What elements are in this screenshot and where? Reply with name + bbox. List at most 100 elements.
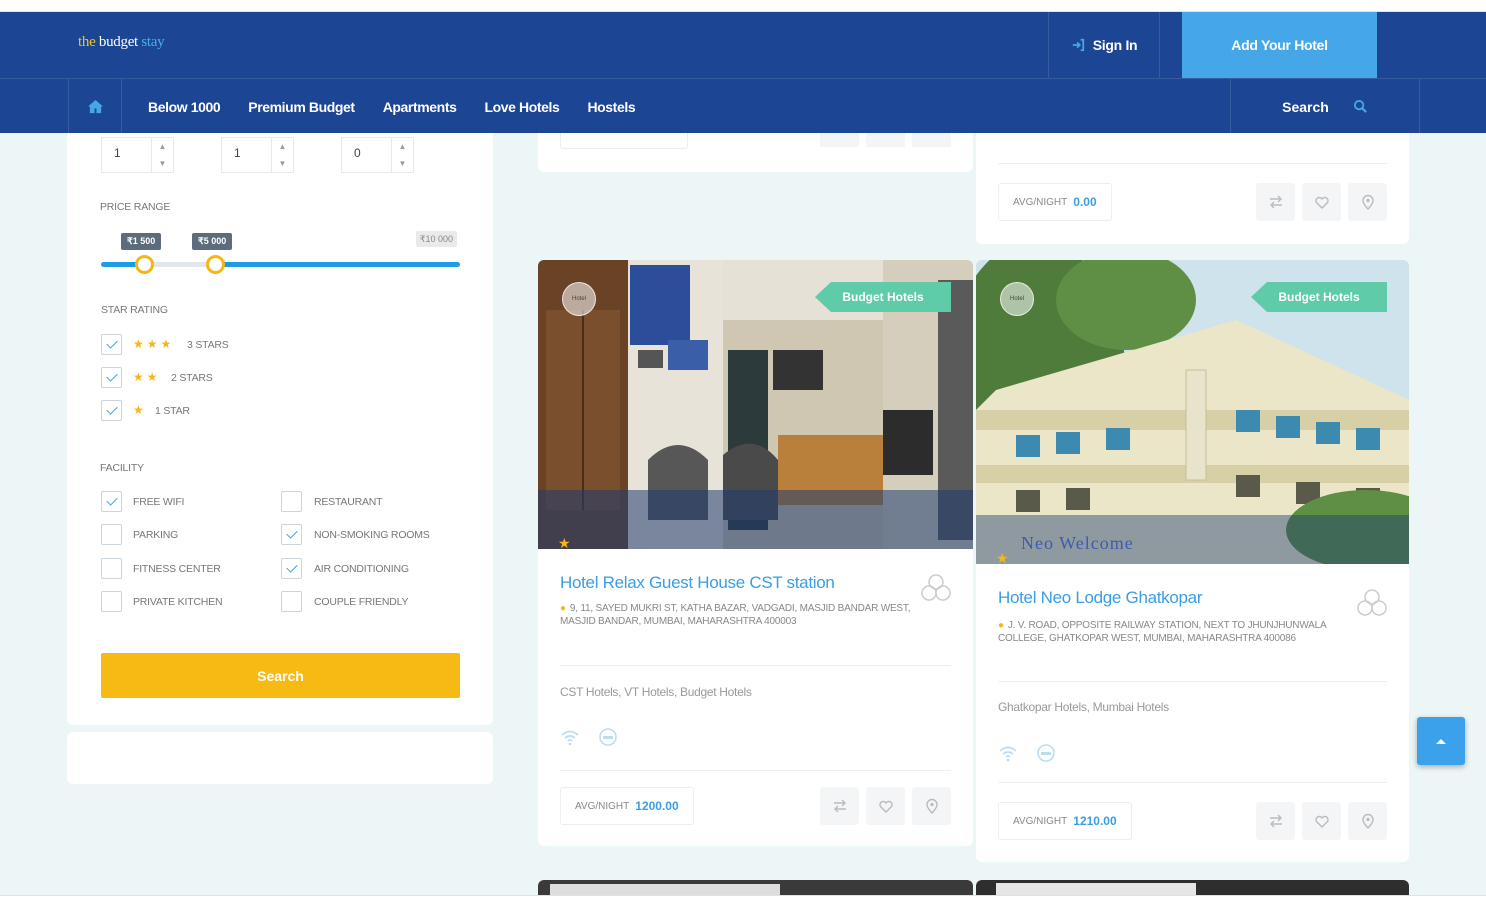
map-pin-icon — [1361, 813, 1374, 829]
hotel-card-partial-bottom-right — [976, 880, 1409, 895]
map-pin-button[interactable] — [912, 787, 951, 825]
browser-top-edge — [0, 0, 1486, 12]
private-kitchen-label: PRIVATE KITCHEN — [133, 596, 223, 608]
compare-button[interactable] — [1256, 183, 1295, 221]
no-smoking-icon — [599, 728, 617, 746]
favorite-button[interactable] — [1302, 802, 1341, 840]
nav-premium-budget[interactable]: Premium Budget — [248, 99, 355, 115]
favorite-button[interactable] — [866, 787, 905, 825]
compare-arrows-icon — [1269, 195, 1282, 209]
price-label: AVG/NIGHT — [1013, 815, 1068, 827]
three-stars-icon: ★★★ — [133, 337, 175, 351]
category-badge[interactable]: Budget Hotels — [1251, 282, 1387, 312]
hotel-tags[interactable]: Ghatkopar Hotels, Mumbai Hotels — [998, 700, 1169, 714]
star-rating-heading: STAR RATING — [101, 304, 168, 316]
hotel-name[interactable]: Hotel Neo Lodge Ghatkopar — [998, 588, 1203, 608]
heart-icon — [1314, 815, 1329, 828]
nav-love-hotels[interactable]: Love Hotels — [484, 99, 559, 115]
home-button[interactable] — [68, 79, 122, 134]
hotel-card-partial-top-left — [538, 133, 973, 172]
map-pin-icon — [1361, 194, 1374, 210]
map-pin-button[interactable] — [1348, 183, 1387, 221]
price-value: 1210.00 — [1073, 814, 1117, 828]
star-3-label: 3 STARS — [187, 339, 229, 351]
search-icon — [1353, 99, 1367, 113]
header-search-button[interactable]: Search — [1230, 79, 1420, 134]
filter-search-button[interactable]: Search — [101, 653, 460, 698]
hotel-name[interactable]: Hotel Relax Guest House CST station — [560, 573, 835, 593]
compare-button[interactable] — [1256, 802, 1295, 840]
free-wifi-checkbox[interactable] — [101, 491, 122, 512]
heart-icon — [878, 800, 893, 813]
star-3-checkbox[interactable] — [101, 334, 122, 355]
scroll-to-top-button[interactable] — [1417, 717, 1465, 765]
address-text: J. V. ROAD, OPPOSITE RAILWAY STATION, NE… — [998, 620, 1326, 644]
air-conditioning-checkbox[interactable] — [281, 558, 302, 579]
star-2-checkbox[interactable] — [101, 367, 122, 388]
increment-icon[interactable]: ▲ — [159, 142, 167, 151]
increment-icon[interactable]: ▲ — [399, 142, 407, 151]
price-slider-max-handle[interactable] — [206, 255, 226, 274]
location-pin-icon: ● — [560, 603, 566, 614]
nav-hostels[interactable]: Hostels — [587, 99, 635, 115]
wifi-icon — [561, 730, 579, 746]
hotel-avatar[interactable]: Hotel — [1000, 282, 1034, 316]
hotel-address: ● 9, 11, SAYED MUKRI ST, KATHA BAZAR, VAD… — [560, 603, 930, 628]
star-1-checkbox[interactable] — [101, 400, 122, 421]
favorite-button[interactable] — [1302, 183, 1341, 221]
price-max-selected-tag: ₹5 000 — [192, 233, 233, 250]
couple-friendly-checkbox[interactable] — [281, 591, 302, 612]
hotel-card: Budget Hotels Hotel ★ Hotel Relax Guest … — [538, 260, 973, 846]
compare-button[interactable] — [820, 787, 859, 825]
rating-star-icon: ★ — [558, 535, 571, 551]
price-min-tag: ₹1 500 — [121, 233, 162, 250]
map-pin-button[interactable] — [1348, 802, 1387, 840]
guest-stepper-2[interactable]: 1 ▲ ▼ — [221, 137, 294, 173]
price-box: AVG/NIGHT 1210.00 — [998, 802, 1132, 840]
stepper-value: 1 — [114, 146, 121, 160]
decrement-icon[interactable]: ▼ — [399, 159, 407, 168]
fitness-center-label: FITNESS CENTER — [133, 563, 221, 575]
price-slider-min-handle[interactable] — [134, 255, 154, 274]
category-badge[interactable]: Budget Hotels — [815, 282, 951, 312]
increment-icon[interactable]: ▲ — [279, 142, 287, 151]
nav-apartments[interactable]: Apartments — [383, 99, 457, 115]
private-kitchen-checkbox[interactable] — [101, 591, 122, 612]
sign-in-button[interactable]: Sign In — [1048, 12, 1160, 78]
non-smoking-checkbox[interactable] — [281, 524, 302, 545]
browser-bottom-edge — [0, 895, 1486, 900]
parking-checkbox[interactable] — [101, 524, 122, 545]
guest-stepper-1[interactable]: 1 ▲ ▼ — [101, 137, 174, 173]
location-pin-icon: ● — [998, 620, 1004, 631]
decrement-icon[interactable]: ▼ — [159, 159, 167, 168]
site-logo[interactable]: the budget stay — [78, 34, 165, 51]
restaurant-label: RESTAURANT — [314, 496, 383, 508]
decrement-icon[interactable]: ▼ — [279, 159, 287, 168]
star-2-label: 2 STARS — [171, 372, 213, 384]
facility-heading: FACILITY — [100, 462, 144, 474]
compare-hotel-icon[interactable] — [1355, 587, 1389, 617]
rating-star-icon: ★ — [996, 550, 1009, 566]
stepper-value: 1 — [234, 146, 241, 160]
hotel-sign-text: Neo Welcome — [1021, 533, 1134, 553]
nav-below-1000[interactable]: Below 1000 — [148, 99, 221, 115]
compare-arrows-icon — [833, 799, 846, 813]
wifi-icon — [999, 746, 1017, 762]
address-text: 9, 11, SAYED MUKRI ST, KATHA BAZAR, VADG… — [560, 603, 911, 627]
restaurant-checkbox[interactable] — [281, 491, 302, 512]
price-value: 1200.00 — [635, 799, 679, 813]
hotel-card-partial-top-right: AVG/NIGHT 0.00 — [976, 133, 1409, 244]
guest-stepper-3[interactable]: 0 ▲ ▼ — [341, 137, 414, 173]
hotel-tags[interactable]: CST Hotels, VT Hotels, Budget Hotels — [560, 685, 752, 699]
hotel-address: ● J. V. ROAD, OPPOSITE RAILWAY STATION, N… — [998, 620, 1368, 645]
logo-part-budget: budget — [95, 34, 142, 50]
home-icon — [87, 99, 103, 114]
sign-in-icon — [1072, 38, 1084, 52]
hotel-avatar[interactable]: Hotel — [562, 282, 596, 316]
two-stars-icon: ★★ — [133, 370, 161, 384]
add-hotel-button[interactable]: Add Your Hotel — [1182, 12, 1377, 78]
fitness-center-checkbox[interactable] — [101, 558, 122, 579]
price-box: AVG/NIGHT 1200.00 — [560, 787, 694, 825]
compare-hotel-icon[interactable] — [919, 572, 953, 602]
no-smoking-icon — [1037, 744, 1055, 762]
